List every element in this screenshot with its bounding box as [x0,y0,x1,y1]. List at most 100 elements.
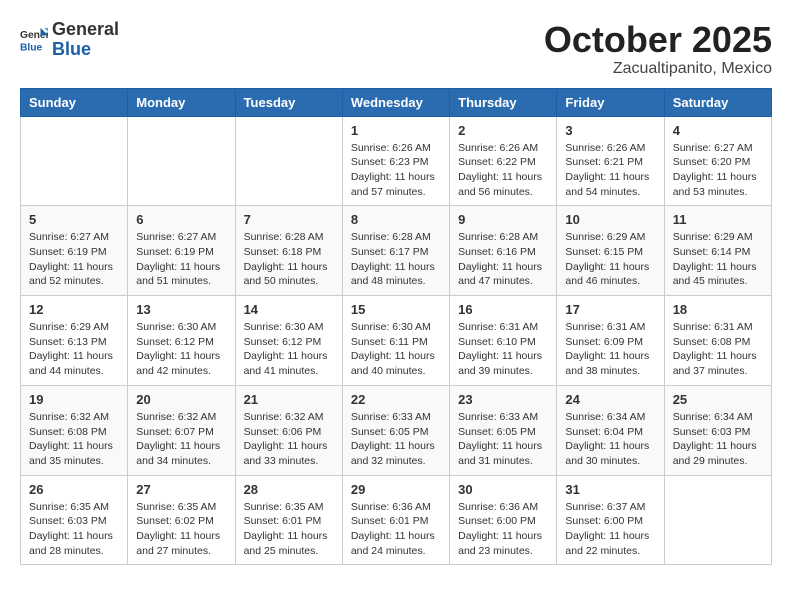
calendar-cell: 26 Sunrise: 6:35 AM Sunset: 6:03 PM Dayl… [21,475,128,565]
calendar-week-2: 5 Sunrise: 6:27 AM Sunset: 6:19 PM Dayli… [21,206,772,296]
svg-text:Blue: Blue [20,42,43,53]
day-number: 6 [136,212,226,227]
day-info: Sunrise: 6:31 AM Sunset: 6:09 PM Dayligh… [565,320,655,379]
calendar-week-1: 1 Sunrise: 6:26 AM Sunset: 6:23 PM Dayli… [21,116,772,206]
calendar-cell: 10 Sunrise: 6:29 AM Sunset: 6:15 PM Dayl… [557,206,664,296]
calendar-cell: 22 Sunrise: 6:33 AM Sunset: 6:05 PM Dayl… [342,385,449,475]
day-info: Sunrise: 6:33 AM Sunset: 6:05 PM Dayligh… [458,410,548,469]
calendar-cell: 19 Sunrise: 6:32 AM Sunset: 6:08 PM Dayl… [21,385,128,475]
day-info: Sunrise: 6:35 AM Sunset: 6:02 PM Dayligh… [136,500,226,559]
day-number: 5 [29,212,119,227]
day-info: Sunrise: 6:32 AM Sunset: 6:08 PM Dayligh… [29,410,119,469]
calendar-header-saturday: Saturday [664,88,771,116]
calendar-cell [21,116,128,206]
calendar-cell: 23 Sunrise: 6:33 AM Sunset: 6:05 PM Dayl… [450,385,557,475]
day-number: 25 [673,392,763,407]
day-number: 29 [351,482,441,497]
day-info: Sunrise: 6:30 AM Sunset: 6:11 PM Dayligh… [351,320,441,379]
calendar-header-thursday: Thursday [450,88,557,116]
day-info: Sunrise: 6:34 AM Sunset: 6:03 PM Dayligh… [673,410,763,469]
calendar-cell [235,116,342,206]
calendar-cell: 15 Sunrise: 6:30 AM Sunset: 6:11 PM Dayl… [342,296,449,386]
calendar-cell: 11 Sunrise: 6:29 AM Sunset: 6:14 PM Dayl… [664,206,771,296]
page-header: General Blue General Blue October 2025 Z… [20,20,772,78]
calendar-header-friday: Friday [557,88,664,116]
day-number: 20 [136,392,226,407]
calendar-cell: 3 Sunrise: 6:26 AM Sunset: 6:21 PM Dayli… [557,116,664,206]
day-info: Sunrise: 6:26 AM Sunset: 6:21 PM Dayligh… [565,141,655,200]
calendar-cell: 9 Sunrise: 6:28 AM Sunset: 6:16 PM Dayli… [450,206,557,296]
calendar-cell: 30 Sunrise: 6:36 AM Sunset: 6:00 PM Dayl… [450,475,557,565]
calendar-cell: 24 Sunrise: 6:34 AM Sunset: 6:04 PM Dayl… [557,385,664,475]
calendar-cell: 12 Sunrise: 6:29 AM Sunset: 6:13 PM Dayl… [21,296,128,386]
day-info: Sunrise: 6:30 AM Sunset: 6:12 PM Dayligh… [136,320,226,379]
day-info: Sunrise: 6:29 AM Sunset: 6:15 PM Dayligh… [565,230,655,289]
calendar-week-4: 19 Sunrise: 6:32 AM Sunset: 6:08 PM Dayl… [21,385,772,475]
calendar-cell [664,475,771,565]
day-info: Sunrise: 6:32 AM Sunset: 6:07 PM Dayligh… [136,410,226,469]
day-number: 12 [29,302,119,317]
day-info: Sunrise: 6:37 AM Sunset: 6:00 PM Dayligh… [565,500,655,559]
calendar-header-tuesday: Tuesday [235,88,342,116]
day-info: Sunrise: 6:30 AM Sunset: 6:12 PM Dayligh… [244,320,334,379]
day-number: 23 [458,392,548,407]
day-number: 31 [565,482,655,497]
calendar-cell: 31 Sunrise: 6:37 AM Sunset: 6:00 PM Dayl… [557,475,664,565]
day-number: 8 [351,212,441,227]
logo-general: General [52,20,119,40]
day-number: 9 [458,212,548,227]
day-number: 2 [458,123,548,138]
location: Zacualtipanito, Mexico [544,60,772,78]
calendar-cell: 28 Sunrise: 6:35 AM Sunset: 6:01 PM Dayl… [235,475,342,565]
day-number: 28 [244,482,334,497]
day-info: Sunrise: 6:32 AM Sunset: 6:06 PM Dayligh… [244,410,334,469]
day-info: Sunrise: 6:27 AM Sunset: 6:19 PM Dayligh… [136,230,226,289]
day-number: 30 [458,482,548,497]
day-info: Sunrise: 6:33 AM Sunset: 6:05 PM Dayligh… [351,410,441,469]
calendar-cell: 4 Sunrise: 6:27 AM Sunset: 6:20 PM Dayli… [664,116,771,206]
calendar-cell: 27 Sunrise: 6:35 AM Sunset: 6:02 PM Dayl… [128,475,235,565]
calendar-header-monday: Monday [128,88,235,116]
day-info: Sunrise: 6:27 AM Sunset: 6:20 PM Dayligh… [673,141,763,200]
month-title: October 2025 [544,20,772,60]
day-info: Sunrise: 6:26 AM Sunset: 6:22 PM Dayligh… [458,141,548,200]
calendar-cell: 18 Sunrise: 6:31 AM Sunset: 6:08 PM Dayl… [664,296,771,386]
day-number: 17 [565,302,655,317]
day-number: 19 [29,392,119,407]
calendar-table: SundayMondayTuesdayWednesdayThursdayFrid… [20,88,772,566]
day-number: 27 [136,482,226,497]
title-block: October 2025 Zacualtipanito, Mexico [544,20,772,78]
calendar-cell: 16 Sunrise: 6:31 AM Sunset: 6:10 PM Dayl… [450,296,557,386]
logo: General Blue General Blue [20,20,119,60]
calendar-header-wednesday: Wednesday [342,88,449,116]
day-number: 15 [351,302,441,317]
day-number: 13 [136,302,226,317]
day-number: 18 [673,302,763,317]
calendar-cell: 17 Sunrise: 6:31 AM Sunset: 6:09 PM Dayl… [557,296,664,386]
calendar-cell: 14 Sunrise: 6:30 AM Sunset: 6:12 PM Dayl… [235,296,342,386]
calendar-week-5: 26 Sunrise: 6:35 AM Sunset: 6:03 PM Dayl… [21,475,772,565]
day-info: Sunrise: 6:27 AM Sunset: 6:19 PM Dayligh… [29,230,119,289]
calendar-cell: 20 Sunrise: 6:32 AM Sunset: 6:07 PM Dayl… [128,385,235,475]
calendar-cell: 1 Sunrise: 6:26 AM Sunset: 6:23 PM Dayli… [342,116,449,206]
calendar-header-row: SundayMondayTuesdayWednesdayThursdayFrid… [21,88,772,116]
day-info: Sunrise: 6:35 AM Sunset: 6:01 PM Dayligh… [244,500,334,559]
day-number: 22 [351,392,441,407]
day-number: 24 [565,392,655,407]
day-number: 16 [458,302,548,317]
day-info: Sunrise: 6:28 AM Sunset: 6:18 PM Dayligh… [244,230,334,289]
day-info: Sunrise: 6:36 AM Sunset: 6:01 PM Dayligh… [351,500,441,559]
day-number: 21 [244,392,334,407]
day-info: Sunrise: 6:35 AM Sunset: 6:03 PM Dayligh… [29,500,119,559]
calendar-cell: 7 Sunrise: 6:28 AM Sunset: 6:18 PM Dayli… [235,206,342,296]
day-number: 10 [565,212,655,227]
day-info: Sunrise: 6:28 AM Sunset: 6:17 PM Dayligh… [351,230,441,289]
logo-icon: General Blue [20,26,48,54]
calendar-cell: 29 Sunrise: 6:36 AM Sunset: 6:01 PM Dayl… [342,475,449,565]
day-number: 7 [244,212,334,227]
calendar-cell: 8 Sunrise: 6:28 AM Sunset: 6:17 PM Dayli… [342,206,449,296]
calendar-cell: 6 Sunrise: 6:27 AM Sunset: 6:19 PM Dayli… [128,206,235,296]
day-info: Sunrise: 6:34 AM Sunset: 6:04 PM Dayligh… [565,410,655,469]
day-info: Sunrise: 6:29 AM Sunset: 6:14 PM Dayligh… [673,230,763,289]
day-number: 1 [351,123,441,138]
